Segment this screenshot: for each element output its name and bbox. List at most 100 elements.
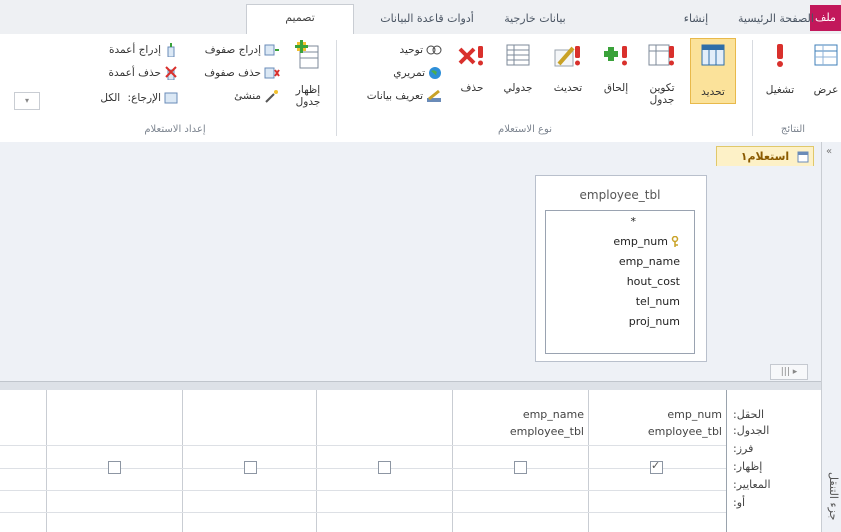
grid-column-divider [588,390,589,532]
row-label-table: الجدول: [733,424,770,437]
return-setting: الإرجاع: الكل [40,90,178,106]
show-checkbox[interactable] [108,461,121,474]
globe-icon [429,67,441,79]
make-table-button[interactable]: تكوين جدول [642,42,682,106]
tab-file[interactable]: ملف [810,5,841,31]
grid-table-cell[interactable]: employee_tbl [456,425,584,438]
grid-field-cell[interactable]: emp_name [456,408,584,421]
delete-rows-button[interactable]: حذف صفوف [182,65,280,81]
grid-table-cell[interactable]: employee_tbl [592,425,722,438]
builder-label: منشئ [234,90,261,102]
document-tab-query1[interactable]: استعلام١ [716,146,814,166]
grid-column-divider [182,390,183,532]
group-separator [336,40,337,136]
run-exclamation-icon [777,44,783,67]
results-group-label: النتائج [780,124,806,135]
navigation-pane-collapsed[interactable]: « جزء التنقل [821,142,841,532]
query-type-group-label: نوع الاستعلام [498,124,552,135]
datasheet-view-icon [814,44,838,66]
tab-create[interactable]: إنشاء [670,10,722,28]
update-button[interactable]: تحديث [546,42,590,94]
return-label: الإرجاع: [127,92,161,104]
field-hout-cost[interactable]: hout_cost [627,275,680,288]
table-field-list-title[interactable]: employee_tbl [535,188,705,202]
grid-row-divider [0,512,726,513]
crosstab-button[interactable]: جدولي [498,42,538,94]
show-checkbox[interactable] [244,461,257,474]
crosstab-grid-icon [506,44,530,66]
field-tel-num[interactable]: tel_num [636,295,680,308]
show-checkbox-checked[interactable] [650,459,663,474]
field-list: * emp_num emp_name hout_cost tel_num pro… [545,210,695,354]
grid-field-cell[interactable]: emp_num [592,408,722,421]
expand-nav-chevron-icon[interactable]: « [826,146,832,157]
make-table-icon [648,44,674,66]
view-label: عرض [813,84,839,96]
insert-rows-button[interactable]: إدراج صفوف [182,42,280,58]
return-value: الكل [100,92,121,104]
tab-design[interactable]: تصميم [246,4,354,35]
group-separator [752,40,753,136]
tab-external-data[interactable]: بيانات خارجية [500,10,570,28]
row-label-sort: فرز: [733,442,754,455]
delete-query-button[interactable]: حذف [452,42,492,94]
return-dropdown[interactable]: ▾ [14,92,40,110]
field-emp-name[interactable]: emp_name [619,255,680,268]
append-button[interactable]: إلحاق [596,42,636,94]
field-emp-num-label: emp_num [613,235,668,248]
row-label-field: الحقل: [733,408,765,421]
grid-column-divider [452,390,453,532]
builder-wand-icon [265,90,278,103]
append-plus-icon [604,46,627,66]
data-definition-icon [427,89,441,102]
crosstab-label: جدولي [503,82,533,94]
ribbon: عرض تشغيل النتائج تحديد تكوين جدول إلحاق… [0,34,841,143]
field-emp-num[interactable]: emp_num [613,235,680,248]
grid-row-divider [0,445,726,446]
union-label: توحيد [399,44,423,56]
update-pencil-icon [554,46,580,67]
data-definition-button[interactable]: تعريف بيانات [342,88,442,104]
show-table-button[interactable]: إظهار جدول [288,40,328,108]
select-label: تحديد [701,86,725,98]
insert-columns-label: إدراج أعمدة [109,44,161,56]
delete-columns-button[interactable]: حذف أعمدة [70,65,178,81]
show-table-icon [295,40,319,69]
show-checkbox[interactable] [514,461,527,474]
query-design-grid: الحقل: الجدول: فرز: إظهار: المعايير: أو:… [0,390,821,532]
show-checkbox[interactable] [378,461,391,474]
delete-columns-icon [165,66,177,80]
scroll-right-arrow-icon: ||| ▸ [780,367,798,377]
view-button[interactable]: عرض [806,42,841,96]
tab-database-tools[interactable]: أدوات قاعدة البيانات [372,10,482,28]
ribbon-tab-strip: ملف الصفحة الرئيسية إنشاء بيانات خارجية … [0,0,841,35]
primary-key-icon [671,235,679,247]
field-proj-num[interactable]: proj_num [629,315,680,328]
run-button[interactable]: تشغيل [760,42,800,96]
select-query-button[interactable]: تحديد [690,38,736,104]
horizontal-scrollbar[interactable]: ||| ▸ [770,364,808,380]
grid-row-divider [0,490,726,491]
data-definition-label: تعريف بيانات [366,90,423,102]
row-label-criteria: المعايير: [733,478,771,491]
row-label-or: أو: [733,496,746,509]
delete-rows-label: حذف صفوف [204,67,261,79]
union-rings-icon [426,45,442,55]
update-label: تحديث [553,82,583,94]
builder-button[interactable]: منشئ [182,88,280,104]
run-label: تشغيل [765,84,795,96]
union-button[interactable]: توحيد [372,42,442,58]
insert-columns-icon [167,43,175,57]
insert-columns-button[interactable]: إدراج أعمدة [70,42,178,58]
navigation-pane-label: جزء التنقل [827,472,840,521]
delete-columns-label: حذف أعمدة [108,67,162,79]
field-all[interactable]: * [631,215,637,228]
delete-label: حذف [460,82,484,94]
select-query-icon [701,44,725,66]
row-label-show: إظهار: [733,460,763,473]
append-label: إلحاق [603,82,629,94]
passthrough-button[interactable]: تمريري [372,65,442,81]
grid-column-divider [46,390,47,532]
tab-home[interactable]: الصفحة الرئيسية [738,10,814,28]
show-table-label: إظهار [295,84,321,96]
